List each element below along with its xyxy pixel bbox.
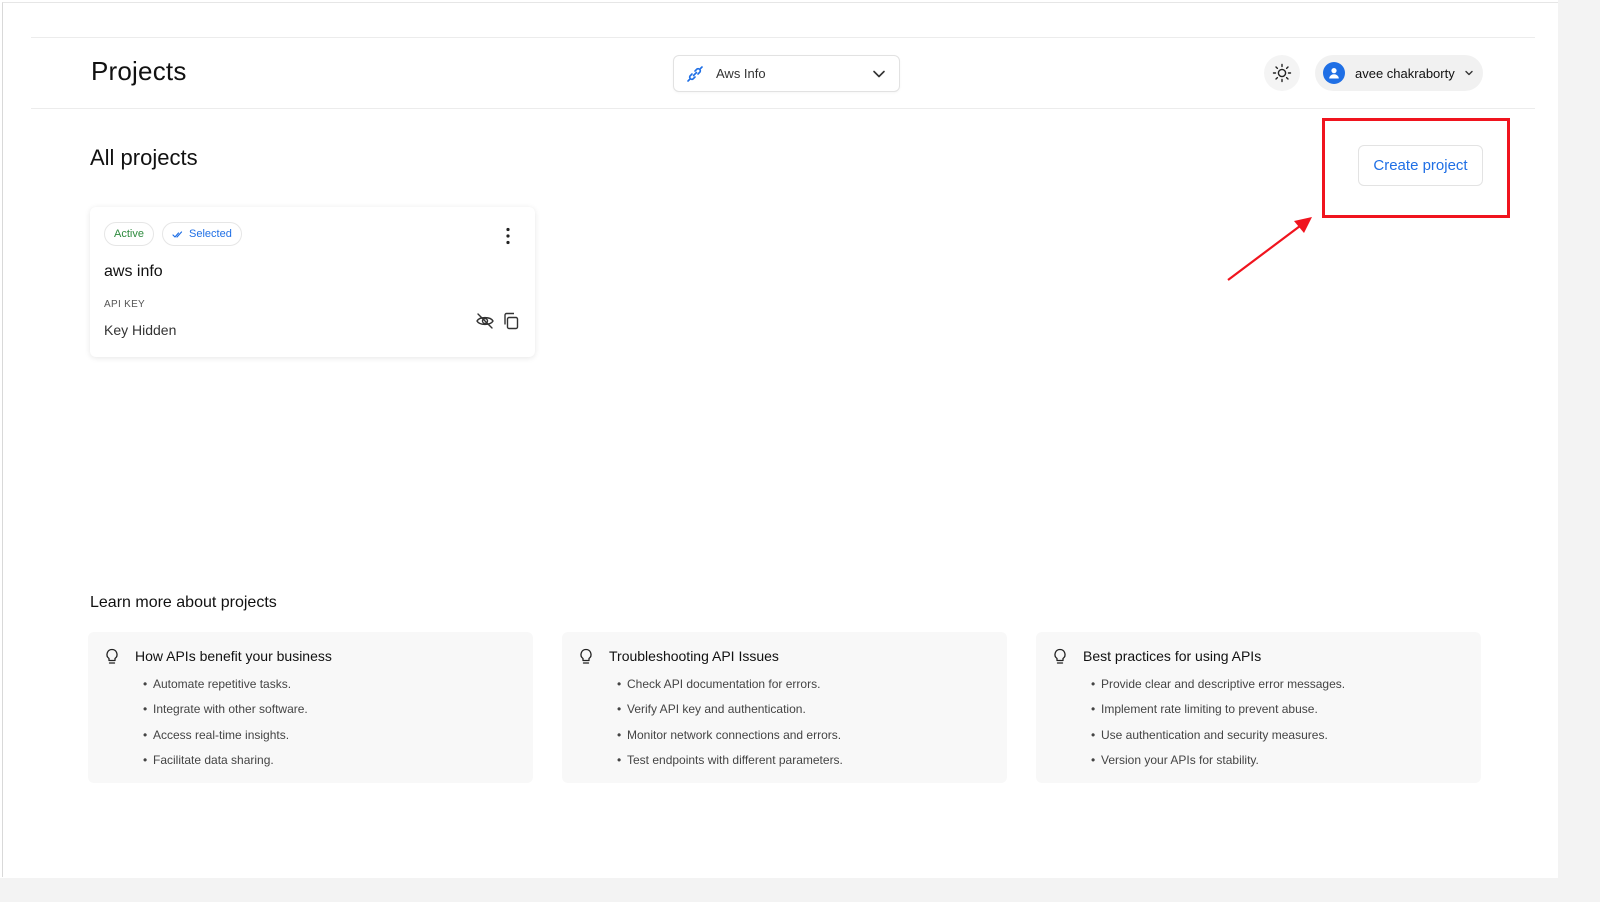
list-item: Check API documentation for errors. (617, 676, 843, 701)
learn-card: Troubleshooting API Issues Check API doc… (562, 632, 1007, 783)
status-badge: Active (104, 222, 154, 246)
link-icon (686, 65, 704, 83)
lightbulb-icon (104, 648, 120, 666)
section-title: All projects (90, 145, 198, 170)
api-key-label: API KEY (104, 299, 146, 310)
theme-toggle-button[interactable] (1264, 55, 1300, 91)
list-item: Version your APIs for stability. (1091, 752, 1345, 777)
copy-icon[interactable] (501, 311, 521, 331)
top-header: Projects Aws Info avee chakraborty (31, 37, 1535, 109)
project-select-value: Aws Info (716, 66, 766, 81)
list-item: Automate repetitive tasks. (143, 676, 308, 701)
learn-card-title: How APIs benefit your business (135, 648, 332, 664)
chevron-down-icon (1463, 67, 1475, 79)
learn-card-title: Best practices for using APIs (1083, 648, 1262, 664)
list-item: Use authentication and security measures… (1091, 727, 1345, 752)
list-item: Test endpoints with different parameters… (617, 752, 843, 777)
api-key-value: Key Hidden (104, 322, 177, 338)
list-item: Verify API key and authentication. (617, 701, 843, 726)
page-title: Projects (91, 56, 187, 86)
list-item: Access real-time insights. (143, 727, 308, 752)
more-options-icon[interactable] (500, 225, 516, 247)
chevron-down-icon (871, 66, 887, 82)
create-project-button[interactable]: Create project (1358, 145, 1483, 186)
lightbulb-icon (578, 648, 594, 666)
list-item: Implement rate limiting to prevent abuse… (1091, 701, 1345, 726)
annotation-arrow-icon (1227, 217, 1312, 281)
learn-card-list: Automate repetitive tasks. Integrate wit… (143, 676, 308, 777)
project-select[interactable]: Aws Info (673, 55, 900, 92)
user-avatar-icon (1323, 62, 1345, 84)
list-item: Facilitate data sharing. (143, 752, 308, 777)
learn-card-list: Check API documentation for errors. Veri… (617, 676, 843, 777)
selected-badge: Selected (162, 222, 242, 246)
list-item: Provide clear and descriptive error mess… (1091, 676, 1345, 701)
app-window: Projects Aws Info avee chakraborty All p… (2, 2, 1558, 877)
window-edge-right (1558, 0, 1600, 902)
eye-off-icon[interactable] (475, 311, 495, 331)
window-edge-bottom (0, 878, 1600, 902)
lightbulb-icon (1052, 648, 1068, 666)
list-item: Monitor network connections and errors. (617, 727, 843, 752)
learn-card-title: Troubleshooting API Issues (609, 648, 779, 664)
learn-card: How APIs benefit your business Automate … (88, 632, 533, 783)
user-menu-button[interactable]: avee chakraborty (1315, 55, 1483, 91)
learn-card-list: Provide clear and descriptive error mess… (1091, 676, 1345, 777)
user-name: avee chakraborty (1355, 65, 1455, 81)
project-card[interactable]: Active Selected aws info API KEY Key Hid… (90, 207, 535, 357)
learn-more-title: Learn more about projects (90, 594, 277, 611)
sun-icon (1272, 63, 1292, 83)
list-item: Integrate with other software. (143, 701, 308, 726)
learn-card: Best practices for using APIs Provide cl… (1036, 632, 1481, 783)
project-name: aws info (104, 263, 163, 280)
selected-badge-label: Selected (189, 228, 232, 240)
double-check-icon (172, 229, 183, 240)
